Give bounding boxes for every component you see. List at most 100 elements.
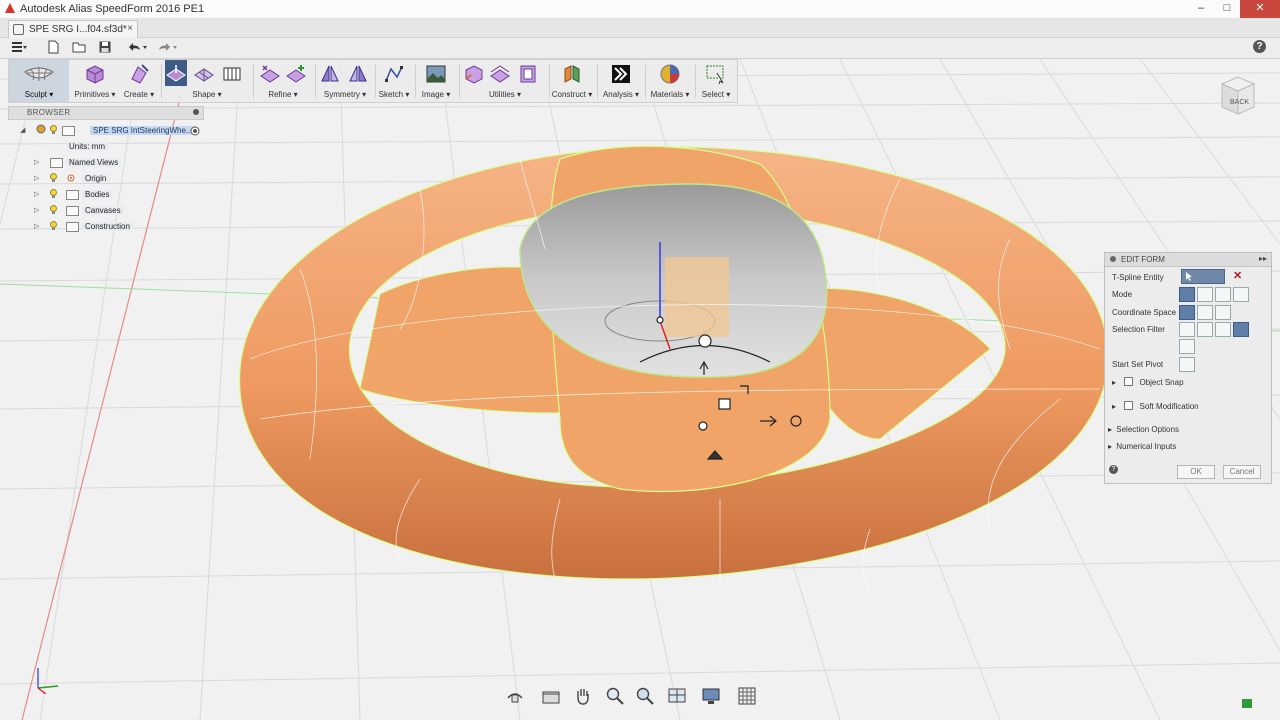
save-icon[interactable] <box>96 40 114 56</box>
select-menu[interactable]: Select ▾ <box>697 60 735 102</box>
ok-button[interactable]: OK <box>1177 465 1215 479</box>
navigation-bar <box>505 684 770 710</box>
expand-arrow-icon[interactable]: ▷ <box>34 206 39 214</box>
set-pivot-icon[interactable] <box>1179 357 1195 372</box>
mode-rotate-icon[interactable] <box>1215 287 1231 302</box>
visibility-bulb-icon[interactable] <box>50 205 57 214</box>
expand-arrow-icon[interactable]: ▷ <box>34 222 39 230</box>
mode-translate-icon[interactable] <box>1197 287 1213 302</box>
zoom-window-icon[interactable] <box>635 686 655 706</box>
minimize-button[interactable]: – <box>1188 0 1214 18</box>
tspline-entity-label: T-Spline Entity <box>1112 273 1164 282</box>
image-label: Image <box>421 90 444 99</box>
expand-arrow-icon[interactable]: ▸ <box>1108 442 1112 451</box>
filter-body-icon[interactable] <box>1179 339 1195 354</box>
browser-pin-icon[interactable] <box>193 109 199 115</box>
menu-icon[interactable] <box>10 40 28 56</box>
expand-arrow-icon[interactable]: ▸ <box>1112 378 1116 387</box>
new-file-icon[interactable] <box>44 40 62 56</box>
expand-arrow-icon[interactable]: ▷ <box>34 158 39 166</box>
open-folder-icon[interactable] <box>70 40 88 56</box>
coord-world-icon[interactable] <box>1179 305 1195 320</box>
materials-menu[interactable]: Materials ▾ <box>647 60 693 102</box>
toolbar-divider <box>597 64 598 98</box>
sketch-menu[interactable]: Sketch ▾ <box>377 60 411 102</box>
help-icon[interactable]: ? <box>1253 40 1266 53</box>
shape-menu[interactable]: Shape ▾ <box>165 60 249 102</box>
origin-icon <box>67 174 75 182</box>
visibility-bulb-icon[interactable] <box>50 125 57 134</box>
primitives-menu[interactable]: Primitives ▾ <box>71 60 119 102</box>
visibility-bulb-icon[interactable] <box>50 173 57 182</box>
selection-window-icon <box>706 65 724 85</box>
clear-selection-icon[interactable]: ✕ <box>1233 269 1242 282</box>
close-button[interactable]: ✕ <box>1240 0 1280 18</box>
utilities-menu[interactable]: Utilities ▾ <box>461 60 549 102</box>
mirror-symmetry-icon <box>321 65 339 82</box>
undo-icon[interactable] <box>124 40 150 56</box>
edit-form-title: EDIT FORM <box>1121 255 1165 264</box>
analysis-label: Analysis <box>602 90 633 99</box>
zoom-icon[interactable] <box>605 686 625 706</box>
object-snap-row[interactable]: ▸ Object Snap <box>1112 377 1184 387</box>
create-menu[interactable]: Create ▾ <box>121 60 157 102</box>
visibility-bulb-icon[interactable] <box>50 221 57 230</box>
filter-face-icon[interactable] <box>1215 322 1231 337</box>
expand-arrow-icon[interactable]: ▷ <box>34 190 39 198</box>
construct-menu[interactable]: Construct ▾ <box>551 60 593 102</box>
make-uniform-icon <box>465 65 483 84</box>
redo-icon[interactable] <box>154 40 180 56</box>
symmetry-menu[interactable]: Symmetry ▾ <box>317 60 373 102</box>
analysis-menu[interactable]: Analysis ▾ <box>599 60 643 102</box>
cancel-button[interactable]: Cancel <box>1223 465 1261 479</box>
window-title: Autodesk Alias SpeedForm 2016 PE1 <box>20 3 205 15</box>
selection-options-row[interactable]: ▸ Selection Options <box>1108 425 1179 434</box>
numerical-inputs-row[interactable]: ▸ Numerical Inputs <box>1108 442 1176 451</box>
coord-view-icon[interactable] <box>1197 305 1213 320</box>
mode-multi-icon[interactable] <box>1179 287 1195 302</box>
edit-form-header[interactable]: EDIT FORM ▸▸ <box>1105 253 1271 267</box>
orbit-icon[interactable] <box>505 686 525 706</box>
expand-arrow-icon[interactable]: ▸ <box>1112 402 1116 411</box>
expand-arrow-icon[interactable]: ▷ <box>34 174 39 182</box>
maximize-button[interactable]: □ <box>1214 0 1240 18</box>
modeling-viewport[interactable] <box>0 59 1280 720</box>
edit-form-panel: EDIT FORM ▸▸ T-Spline Entity ✕ Mode Coor… <box>1104 252 1272 484</box>
repair-body-icon <box>520 65 536 83</box>
browser-header[interactable]: BROWSER <box>8 106 204 120</box>
toolbar-divider <box>315 64 316 98</box>
construction-plane-icon <box>564 65 580 83</box>
document-tab[interactable]: SPE SRG I...f04.sf3d* × <box>8 20 138 38</box>
help-icon[interactable]: ? <box>1109 465 1118 474</box>
image-menu[interactable]: Image ▾ <box>417 60 455 102</box>
tspline-entity-selector[interactable] <box>1181 269 1225 284</box>
panel-expand-icon[interactable]: ▸▸ <box>1259 254 1267 263</box>
look-at-icon[interactable] <box>541 686 561 706</box>
view-cube[interactable]: BACK <box>1218 74 1258 116</box>
filter-vertex-icon[interactable] <box>1179 322 1195 337</box>
refine-menu[interactable]: Refine ▾ <box>255 60 311 102</box>
filter-all-icon[interactable] <box>1233 322 1249 337</box>
object-snap-checkbox[interactable] <box>1124 377 1134 386</box>
panel-collapse-icon[interactable] <box>1110 256 1116 262</box>
collapse-arrow-icon[interactable]: ◢ <box>20 126 25 134</box>
viewports-icon[interactable] <box>701 686 721 706</box>
sculpt-workspace-button[interactable]: Sculpt ▾ <box>9 60 69 102</box>
soft-modification-checkbox[interactable] <box>1124 401 1134 410</box>
coord-local-icon[interactable] <box>1215 305 1231 320</box>
toolbar-divider <box>695 64 696 98</box>
appearance-sphere-icon <box>660 64 680 84</box>
activate-radio-icon[interactable] <box>190 126 200 136</box>
soft-modification-row[interactable]: ▸ Soft Modification <box>1112 401 1199 411</box>
close-tab-icon[interactable]: × <box>127 23 133 34</box>
coordinate-space-label: Coordinate Space <box>1112 308 1177 317</box>
filter-edge-icon[interactable] <box>1197 322 1213 337</box>
pan-hand-icon[interactable] <box>573 686 593 706</box>
grid-settings-icon[interactable] <box>737 686 757 706</box>
visibility-bulb-icon[interactable] <box>50 189 57 198</box>
object-snap-label: Object Snap <box>1139 378 1184 387</box>
display-settings-icon[interactable] <box>667 686 687 706</box>
mode-scale-icon[interactable] <box>1233 287 1249 302</box>
subdivide-icon <box>223 67 241 81</box>
expand-arrow-icon[interactable]: ▸ <box>1108 425 1112 434</box>
